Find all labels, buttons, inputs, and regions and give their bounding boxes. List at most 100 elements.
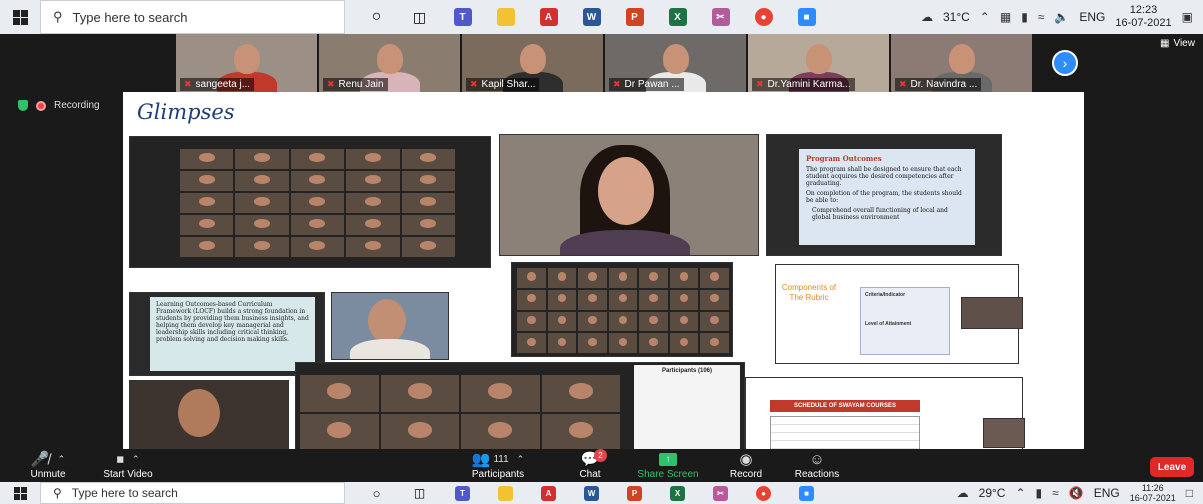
participants-panel-title: Participants (106): [661, 368, 713, 374]
participant-thumbnail[interactable]: ✖ Dr Pawan ...: [605, 34, 746, 93]
task-view-icon[interactable]: ◫: [398, 482, 441, 504]
cortana-icon[interactable]: ○: [355, 0, 398, 34]
reactions-button[interactable]: ☺ Reactions: [777, 449, 857, 481]
collage-small-video-2: [983, 418, 1025, 448]
windows-taskbar-bottom: ⚲ Type here to search ○ ◫ T A W P X ✂ ● …: [0, 482, 1203, 504]
gallery-cell: [401, 215, 455, 235]
gallery-cell: [346, 193, 400, 213]
gallery-cell: [401, 237, 455, 257]
gallery-cell: [401, 171, 455, 191]
powerpoint-icon[interactable]: P: [613, 482, 656, 504]
chat-button[interactable]: 💬 2 Chat: [550, 449, 630, 481]
file-explorer-icon[interactable]: [484, 0, 527, 34]
participant-face: [233, 44, 260, 74]
gallery-cell: [541, 414, 620, 451]
taskbar-search-bottom[interactable]: ⚲ Type here to search: [40, 482, 345, 504]
gallery-cell: [290, 149, 345, 169]
gallery-cell: [578, 333, 607, 353]
zoom-app-icon[interactable]: ■: [785, 0, 828, 34]
weather-icon: ☁: [920, 10, 933, 24]
wifi-icon[interactable]: ≈: [1038, 10, 1045, 24]
file-explorer-icon[interactable]: [484, 482, 527, 504]
chrome-icon[interactable]: ●: [742, 482, 785, 504]
collage-bottom-left-video: [129, 380, 289, 453]
share-screen-button[interactable]: ↑ Share Screen: [628, 449, 708, 481]
tray-app-icon[interactable]: ▦: [1000, 10, 1011, 24]
clock[interactable]: 12:23 16-07-2021: [1115, 4, 1171, 30]
participant-thumbnail[interactable]: ✖ Dr. Navindra ...: [891, 34, 1032, 93]
view-label: View: [1173, 38, 1195, 49]
language-indicator[interactable]: ENG: [1079, 10, 1105, 24]
notifications-icon[interactable]: ▣: [1182, 10, 1193, 24]
rubric-title: Components of The Rubric: [781, 283, 837, 302]
gallery-cell: [669, 311, 699, 332]
participant-thumbnail[interactable]: ✖ Renu Jain: [319, 34, 460, 93]
participant-thumbnail[interactable]: ✖ Kapil Shar...: [462, 34, 603, 93]
gallery-cell: [547, 333, 577, 353]
volume-icon[interactable]: 🔈: [1054, 10, 1069, 24]
taskbar-search[interactable]: ⚲ Type here to search: [40, 0, 345, 34]
volume-muted-icon[interactable]: 🔇: [1069, 486, 1084, 500]
cortana-icon[interactable]: ○: [355, 482, 398, 504]
reactions-label: Reactions: [794, 469, 840, 480]
teams-icon[interactable]: T: [441, 482, 484, 504]
gallery-cell: [461, 375, 540, 412]
language-indicator-bottom[interactable]: ENG: [1094, 486, 1120, 500]
participants-panel: Participants (106): [634, 365, 740, 451]
participant-thumbnail[interactable]: ✖ Dr.Yamini Karma...: [748, 34, 889, 93]
gallery-cell: [547, 268, 577, 288]
participant-name: Kapil Shar...: [481, 79, 536, 90]
wifi-icon[interactable]: ≈: [1052, 486, 1059, 500]
word-icon[interactable]: W: [570, 0, 613, 34]
gallery-cell: [700, 333, 729, 353]
task-view-icon[interactable]: ◫: [398, 0, 441, 34]
acrobat-icon[interactable]: A: [527, 482, 570, 504]
notifications-icon[interactable]: □: [1186, 486, 1193, 500]
snipping-tool-icon[interactable]: ✂: [699, 0, 742, 34]
muted-mic-icon: ✖: [327, 79, 335, 89]
gallery-cell: [180, 171, 234, 191]
collage-gallery-small: [511, 262, 733, 357]
gallery-cell: [608, 289, 638, 310]
participant-thumbnail[interactable]: ✖ sangeeta j...: [176, 34, 317, 93]
record-button[interactable]: ◉ Record: [706, 449, 786, 481]
powerpoint-icon[interactable]: P: [613, 0, 656, 34]
start-button-bottom[interactable]: [0, 482, 40, 504]
gallery-cell: [669, 268, 699, 288]
start-video-button[interactable]: ⏹ ⌃ Start Video: [88, 449, 168, 481]
chevron-up-icon[interactable]: ⌃: [1015, 486, 1025, 500]
snipping-tool-icon[interactable]: ✂: [699, 482, 742, 504]
gallery-cell: [290, 171, 345, 191]
battery-icon[interactable]: ▮: [1021, 10, 1028, 24]
gallery-cell: [300, 375, 379, 412]
start-button[interactable]: [0, 0, 40, 34]
word-icon[interactable]: W: [570, 482, 613, 504]
taskbar-apps-bottom: ○ ◫ T A W P X ✂ ● ■: [355, 482, 828, 504]
gallery-cell: [700, 289, 729, 310]
participant-face: [805, 44, 832, 74]
collage-swayam-schedule: SCHEDULE OF SWAYAM COURSES: [745, 377, 1023, 453]
unmute-button[interactable]: 🎤̸ ⌃ Unmute: [8, 449, 88, 481]
acrobat-icon[interactable]: A: [527, 0, 570, 34]
participants-icon: 👥 111 ⌃: [471, 451, 525, 468]
share-screen-icon: ↑: [659, 452, 677, 466]
gallery-small-cells: [517, 268, 729, 353]
windows-icon: [13, 486, 27, 500]
participant-face: [376, 44, 403, 74]
gallery-cell: [639, 333, 668, 353]
participants-button[interactable]: 👥 111 ⌃ Participants: [458, 449, 538, 481]
gallery-cell: [235, 237, 289, 257]
gallery-cell: [639, 311, 668, 332]
excel-icon[interactable]: X: [656, 0, 699, 34]
view-button[interactable]: ▦ View: [1160, 38, 1195, 49]
clock-bottom[interactable]: 11:26 16-07-2021: [1130, 483, 1176, 503]
chrome-icon[interactable]: ●: [742, 0, 785, 34]
zoom-app-icon[interactable]: ■: [785, 482, 828, 504]
next-page-button[interactable]: ›: [1052, 50, 1078, 76]
chevron-up-icon[interactable]: ⌃: [980, 10, 990, 24]
battery-icon[interactable]: ▮: [1036, 486, 1043, 500]
leave-button[interactable]: Leave: [1150, 457, 1194, 477]
teams-icon[interactable]: T: [441, 0, 484, 34]
program-outcomes-slide: Program Outcomes The program shall be de…: [799, 149, 975, 245]
excel-icon[interactable]: X: [656, 482, 699, 504]
